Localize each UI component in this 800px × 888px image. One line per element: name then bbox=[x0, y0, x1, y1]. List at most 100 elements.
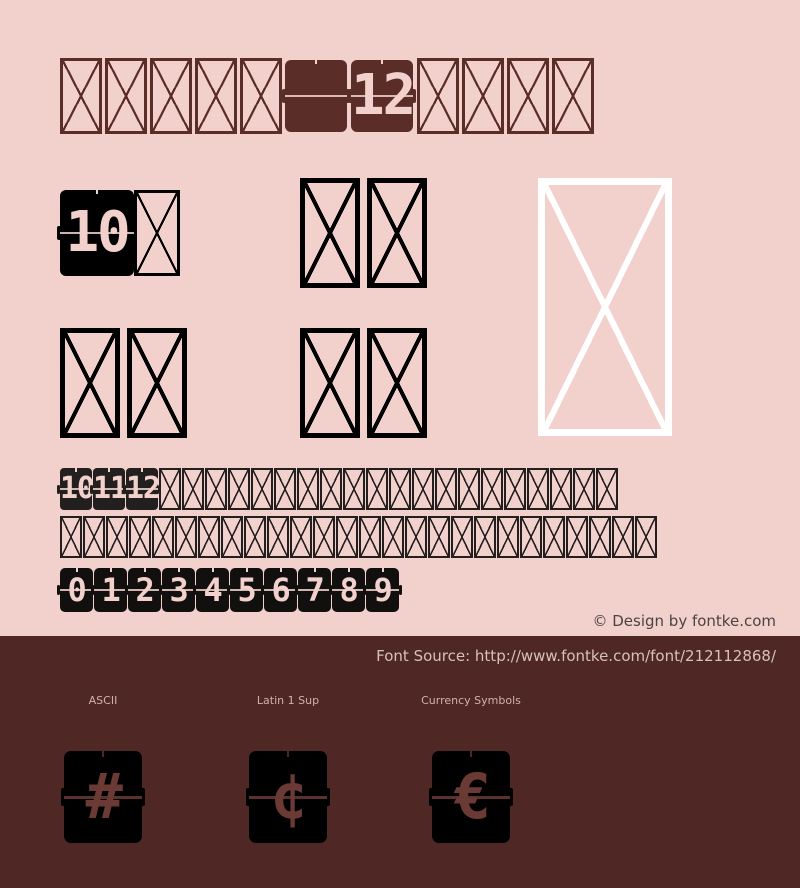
missing-glyph-box bbox=[195, 58, 237, 134]
missing-glyph-box bbox=[367, 328, 427, 438]
missing-glyph-box bbox=[497, 516, 519, 558]
card-split-line bbox=[60, 589, 93, 591]
card-notch bbox=[315, 59, 317, 64]
glyph-card-4: 4 bbox=[193, 567, 232, 612]
unicode-block-sample-1[interactable]: ¢ bbox=[246, 750, 330, 843]
card-notch bbox=[313, 567, 316, 572]
card-split-line bbox=[432, 795, 510, 799]
sample-line-2 bbox=[60, 516, 658, 564]
glyph-card-#: # bbox=[61, 750, 145, 843]
glyph-card-9: 9 bbox=[363, 567, 402, 612]
missing-glyph-box bbox=[596, 468, 618, 510]
missing-glyph-box bbox=[417, 58, 459, 134]
card-notch bbox=[141, 467, 143, 472]
missing-glyph-box bbox=[435, 468, 457, 510]
missing-glyph-box bbox=[573, 468, 595, 510]
missing-glyph-box bbox=[127, 328, 187, 438]
glyph-card-12: 12 bbox=[348, 59, 416, 132]
glyph-card-¢: ¢ bbox=[246, 750, 330, 843]
sample-line-1: 10 11 12 bbox=[57, 467, 658, 516]
missing-glyph-box bbox=[550, 468, 572, 510]
glyph-card-3: 3 bbox=[159, 567, 198, 612]
missing-glyph-box bbox=[228, 468, 250, 510]
missing-glyph-box bbox=[462, 58, 504, 134]
unicode-block-sample-2[interactable]: € bbox=[429, 750, 513, 843]
missing-glyph-box bbox=[527, 468, 549, 510]
glyph-card-12: 12 bbox=[123, 467, 161, 510]
missing-glyph-box bbox=[198, 516, 220, 558]
glyph-card-1: 1 bbox=[91, 567, 130, 612]
missing-glyph-box bbox=[635, 516, 657, 558]
missing-glyph-box bbox=[83, 516, 105, 558]
card-split-line bbox=[196, 589, 229, 591]
unicode-block-sample-0[interactable]: # bbox=[61, 750, 145, 843]
missing-glyph-box bbox=[543, 516, 565, 558]
specimen-group-a: 10 bbox=[57, 189, 187, 276]
missing-glyph-box bbox=[320, 468, 342, 510]
specimen-grid: 10 bbox=[0, 160, 800, 460]
card-split-line bbox=[230, 589, 263, 591]
glyph-card-7: 7 bbox=[295, 567, 334, 612]
missing-glyph-box bbox=[105, 58, 147, 134]
missing-glyph-box bbox=[240, 58, 282, 134]
missing-glyph-box bbox=[313, 516, 335, 558]
missing-glyph-box bbox=[412, 468, 434, 510]
missing-glyph-box bbox=[152, 516, 174, 558]
card-notch bbox=[381, 567, 384, 572]
missing-glyph-box bbox=[205, 468, 227, 510]
card-split-line bbox=[64, 795, 142, 799]
card-split-line bbox=[332, 589, 365, 591]
missing-glyph-box bbox=[106, 516, 128, 558]
missing-glyph-box bbox=[300, 328, 360, 438]
missing-glyph-box bbox=[451, 516, 473, 558]
card-notch bbox=[102, 750, 104, 757]
glyph-card-2: 2 bbox=[125, 567, 164, 612]
card-split-line bbox=[94, 589, 127, 591]
missing-glyph-box bbox=[367, 178, 427, 288]
missing-glyph-box bbox=[520, 516, 542, 558]
specimen-group-d bbox=[300, 328, 434, 438]
missing-glyph-box bbox=[382, 516, 404, 558]
missing-glyph-box bbox=[297, 468, 319, 510]
card-split-line bbox=[249, 795, 327, 799]
unicode-block-label-2: Currency Symbols bbox=[421, 694, 521, 707]
card-notch bbox=[143, 567, 146, 572]
card-split-line bbox=[128, 589, 161, 591]
missing-glyph-box bbox=[267, 516, 289, 558]
missing-glyph-box bbox=[175, 516, 197, 558]
missing-glyph-box bbox=[389, 468, 411, 510]
missing-glyph-box bbox=[60, 58, 102, 134]
specimen-group-e bbox=[538, 178, 679, 436]
glyph-card-10: 10 bbox=[57, 467, 95, 510]
missing-glyph-box bbox=[159, 468, 181, 510]
card-notch bbox=[245, 567, 248, 572]
missing-glyph-box bbox=[552, 58, 594, 134]
card-split-line bbox=[126, 488, 158, 490]
card-split-line bbox=[298, 589, 331, 591]
glyph-card-5: 5 bbox=[227, 567, 266, 612]
missing-glyph-box bbox=[300, 178, 360, 288]
card-notch bbox=[211, 567, 214, 572]
card-notch bbox=[96, 189, 98, 194]
card-split-line bbox=[162, 589, 195, 591]
missing-glyph-box bbox=[60, 516, 82, 558]
card-hinge-right bbox=[399, 585, 402, 595]
unicode-block-label-1: Latin 1 Sup bbox=[256, 694, 320, 707]
missing-glyph-box bbox=[507, 58, 549, 134]
missing-glyph-box bbox=[612, 516, 634, 558]
missing-glyph-box bbox=[589, 516, 611, 558]
card-notch bbox=[470, 750, 472, 757]
unicode-block-label-0: ASCII bbox=[88, 694, 118, 707]
font-source-link[interactable]: Font Source: http://www.fontke.com/font/… bbox=[376, 647, 776, 665]
card-notch bbox=[381, 59, 383, 64]
specimen-group-c bbox=[60, 328, 194, 438]
missing-glyph-box bbox=[129, 516, 151, 558]
card-split-line bbox=[60, 488, 92, 490]
missing-glyph-box bbox=[221, 516, 243, 558]
card-notch bbox=[75, 567, 78, 572]
missing-glyph-box bbox=[538, 178, 672, 436]
glyph-card-€: € bbox=[429, 750, 513, 843]
design-credit: © Design by fontke.com bbox=[592, 612, 776, 630]
card-notch bbox=[347, 567, 350, 572]
card-notch bbox=[279, 567, 282, 572]
